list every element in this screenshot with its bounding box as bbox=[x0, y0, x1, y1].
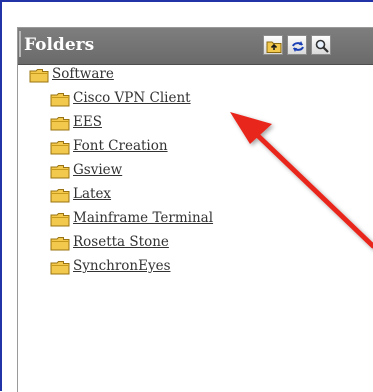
folder-icon bbox=[50, 189, 70, 203]
panel-header: Folders bbox=[18, 28, 373, 65]
folder-icon bbox=[50, 141, 70, 155]
up-folder-button[interactable] bbox=[263, 35, 283, 55]
folder-icon bbox=[50, 117, 70, 131]
refresh-icon bbox=[292, 41, 304, 52]
tree-item-label[interactable]: Latex bbox=[73, 186, 111, 202]
tree-item-label[interactable]: Software bbox=[52, 66, 114, 82]
refresh-button[interactable] bbox=[287, 35, 307, 55]
search-icon bbox=[315, 39, 329, 53]
resize-grip[interactable] bbox=[19, 31, 21, 57]
tree-item-label[interactable]: SynchronEyes bbox=[73, 258, 171, 274]
search-button[interactable] bbox=[311, 35, 331, 55]
up-folder-icon bbox=[266, 41, 282, 53]
folders-panel: Folders Software Cisco VPN Client EES Fo… bbox=[17, 27, 373, 392]
folder-icon bbox=[50, 165, 70, 179]
tree-item-label[interactable]: Cisco VPN Client bbox=[73, 90, 191, 106]
folder-icon bbox=[50, 237, 70, 251]
panel-title: Folders bbox=[24, 35, 95, 55]
folder-icon bbox=[50, 93, 70, 107]
tree-item-label[interactable]: Mainframe Terminal bbox=[73, 210, 213, 226]
tree-item-label[interactable]: Font Creation bbox=[73, 138, 168, 154]
tree-item-label[interactable]: Gsview bbox=[73, 162, 122, 178]
folder-icon bbox=[50, 213, 70, 227]
folder-icon bbox=[29, 69, 49, 83]
folder-icon bbox=[50, 261, 70, 275]
tree-item-label[interactable]: EES bbox=[73, 114, 102, 130]
tree-item-label[interactable]: Rosetta Stone bbox=[73, 234, 169, 250]
